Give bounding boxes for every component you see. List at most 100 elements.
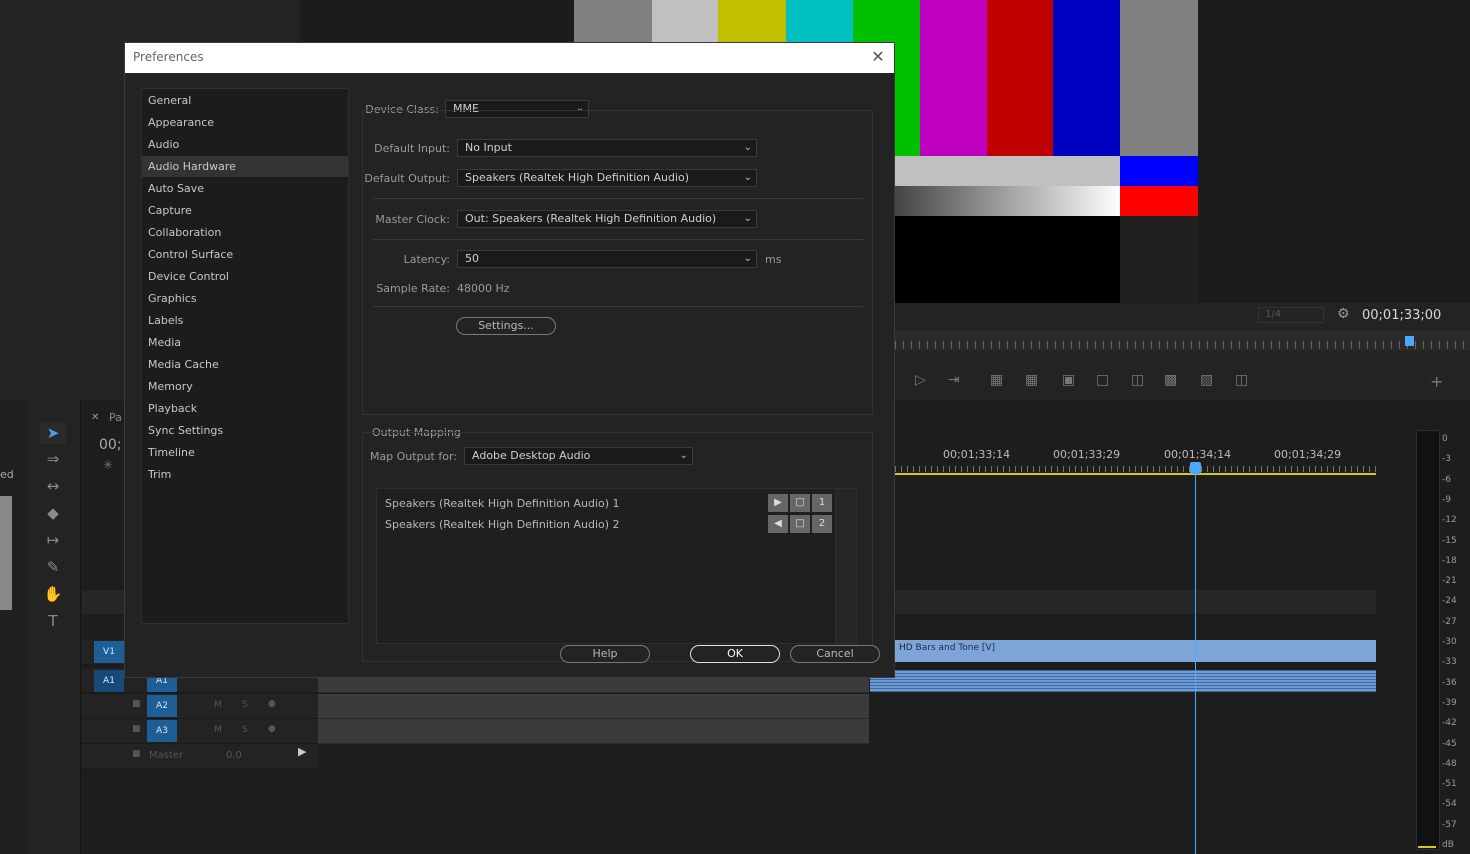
divider [373, 239, 863, 240]
default-output-dropdown[interactable]: Speakers (Realtek High Definition Audio)… [457, 169, 757, 187]
sidebar-item-graphics[interactable]: Graphics [142, 288, 348, 309]
lift-icon[interactable]: ▦ [990, 372, 1003, 388]
add-button-icon[interactable]: + [1430, 372, 1443, 391]
close-icon[interactable]: ✕ [868, 46, 888, 68]
latency-label: Latency: [403, 253, 450, 266]
sidebar-item-timeline[interactable]: Timeline [142, 442, 348, 463]
mapping-row-label[interactable]: Speakers (Realtek High Definition Audio)… [385, 497, 620, 510]
meter-scale-label: -6 [1442, 474, 1451, 485]
sidebar-item-media-cache[interactable]: Media Cache [142, 354, 348, 375]
dialog-titlebar[interactable]: Preferences ✕ [125, 43, 894, 73]
latency-dropdown[interactable]: 50 ⌄ [457, 250, 757, 268]
close-tab-icon[interactable]: ✕ [91, 412, 99, 423]
sidebar-item-auto-save[interactable]: Auto Save [142, 178, 348, 199]
channel-number[interactable]: 2 [812, 515, 832, 533]
pen-tool-icon[interactable]: ✎ [40, 556, 66, 578]
program-timecode[interactable]: 00;01;33;00 [1362, 308, 1441, 323]
map-output-dropdown[interactable]: Adobe Desktop Audio ⌄ [464, 447, 693, 465]
video-clip[interactable]: HD Bars and Tone [V] [895, 640, 1376, 662]
mapping-row-label[interactable]: Speakers (Realtek High Definition Audio)… [385, 518, 620, 531]
meter-scale-label: -54 [1442, 799, 1457, 810]
camera-icon[interactable]: ▣ [1062, 372, 1075, 388]
channel-frame-icon[interactable]: □ [790, 515, 810, 533]
master-end-icon[interactable]: ▶ [298, 745, 306, 758]
monitor-playhead-icon[interactable] [1405, 336, 1414, 346]
mic-icon[interactable]: ● [268, 699, 276, 709]
hand-tool-icon[interactable]: ✋ [40, 583, 66, 605]
help-button[interactable]: Help [560, 645, 650, 663]
comparison-icon[interactable]: ◫ [1131, 372, 1144, 388]
map-output-value: Adobe Desktop Audio [472, 449, 591, 462]
output-mapping-list[interactable]: Speakers (Realtek High Definition Audio)… [376, 488, 857, 644]
audio-clip[interactable] [870, 670, 1376, 692]
solo-button[interactable]: S [242, 700, 248, 710]
track-a2-label[interactable]: A2 [147, 695, 177, 717]
playhead[interactable] [1195, 462, 1196, 854]
sidebar-item-control-surface[interactable]: Control Surface [142, 244, 348, 265]
multicam-icon[interactable]: ▩ [1164, 372, 1177, 388]
sidebar-item-device-control[interactable]: Device Control [142, 266, 348, 287]
timeline-timecode[interactable]: 00; [99, 437, 122, 453]
track-select-tool-icon[interactable]: ⇒ [40, 448, 66, 470]
vr-icon[interactable]: ▨ [1200, 372, 1213, 388]
ripple-edit-tool-icon[interactable]: ↔ [40, 475, 66, 497]
master-clock-dropdown[interactable]: Out: Speakers (Realtek High Definition A… [457, 210, 757, 228]
sidebar-item-collaboration[interactable]: Collaboration [142, 222, 348, 243]
zoom-select[interactable]: 1/4 [1258, 307, 1324, 323]
transmit-icon[interactable]: ◫ [1235, 372, 1248, 388]
sidebar-item-audio[interactable]: Audio [142, 134, 348, 155]
settings-button[interactable]: Settings... [456, 317, 556, 335]
selection-tool-icon[interactable]: ➤ [40, 422, 66, 444]
solo-button[interactable]: S [242, 725, 248, 735]
mute-button[interactable]: M [214, 725, 222, 735]
sample-rate-value: 48000 Hz [457, 282, 510, 295]
sidebar-item-capture[interactable]: Capture [142, 200, 348, 221]
step-forward-icon[interactable]: ▷ [915, 372, 926, 388]
divider [373, 306, 863, 307]
go-to-out-icon[interactable]: ⇥ [948, 372, 960, 388]
slip-tool-icon[interactable]: ↦ [40, 529, 66, 551]
playhead-handle-icon[interactable] [1190, 462, 1201, 474]
sidebar-item-trim[interactable]: Trim [142, 464, 348, 485]
snap-icon[interactable]: ✳ [103, 458, 113, 472]
sidebar-item-audio-hardware[interactable]: Audio Hardware [142, 156, 348, 177]
type-tool-icon[interactable]: T [40, 610, 66, 632]
sidebar-item-media[interactable]: Media [142, 332, 348, 353]
ruler-timecode: 00;01;34;29 [1274, 448, 1342, 461]
monitor-ruler[interactable] [895, 331, 1470, 351]
sidebar-item-playback[interactable]: Playback [142, 398, 348, 419]
lock-icon[interactable]: ■ [132, 724, 141, 734]
map-output-label: Map Output for: [369, 450, 457, 463]
sidebar-item-sync-settings[interactable]: Sync Settings [142, 420, 348, 441]
sidebar-item-general[interactable]: General [142, 90, 348, 111]
meter-level-icon [1418, 846, 1436, 848]
timeline-ruler[interactable]: 00;01;33;14 00;01;33;29 00;01;34;14 00;0… [895, 448, 1376, 476]
channel-frame-icon[interactable]: □ [790, 494, 810, 512]
audio-meter: 0 -3 -6 -9 -12 -15 -18 -21 -24 -27 -30 -33 -36 -39 -42… [1404, 400, 1470, 854]
sidebar-item-labels[interactable]: Labels [142, 310, 348, 331]
speaker-icon[interactable]: ▶ [768, 494, 788, 512]
mapping-scrollbar[interactable] [835, 489, 856, 643]
timeline-tab[interactable]: Pa [109, 411, 122, 424]
meter-scale-label: -9 [1442, 494, 1451, 505]
channel-number[interactable]: 1 [812, 494, 832, 512]
mute-button[interactable]: M [214, 700, 222, 710]
source-track-v1[interactable]: V1 [94, 641, 124, 663]
safe-margins-icon[interactable]: □ [1096, 372, 1109, 388]
wrench-icon[interactable]: ⚙ [1337, 306, 1350, 322]
meter-scale-label: -42 [1442, 718, 1457, 729]
ok-button[interactable]: OK [690, 645, 780, 663]
sidebar-item-appearance[interactable]: Appearance [142, 112, 348, 133]
master-volume[interactable]: 0.0 [226, 750, 242, 761]
cancel-button[interactable]: Cancel [790, 645, 880, 663]
lock-icon[interactable]: ■ [132, 749, 141, 759]
source-track-a1[interactable]: A1 [94, 670, 124, 692]
lock-icon[interactable]: ■ [132, 699, 141, 709]
track-a3-label[interactable]: A3 [147, 720, 177, 742]
sidebar-item-memory[interactable]: Memory [142, 376, 348, 397]
extract-icon[interactable]: ▦ [1025, 372, 1038, 388]
razor-tool-icon[interactable]: ◆ [40, 502, 66, 524]
speaker-icon[interactable]: ◀ [768, 515, 788, 533]
default-input-dropdown[interactable]: No Input ⌄ [457, 139, 757, 157]
mic-icon[interactable]: ● [268, 724, 276, 734]
